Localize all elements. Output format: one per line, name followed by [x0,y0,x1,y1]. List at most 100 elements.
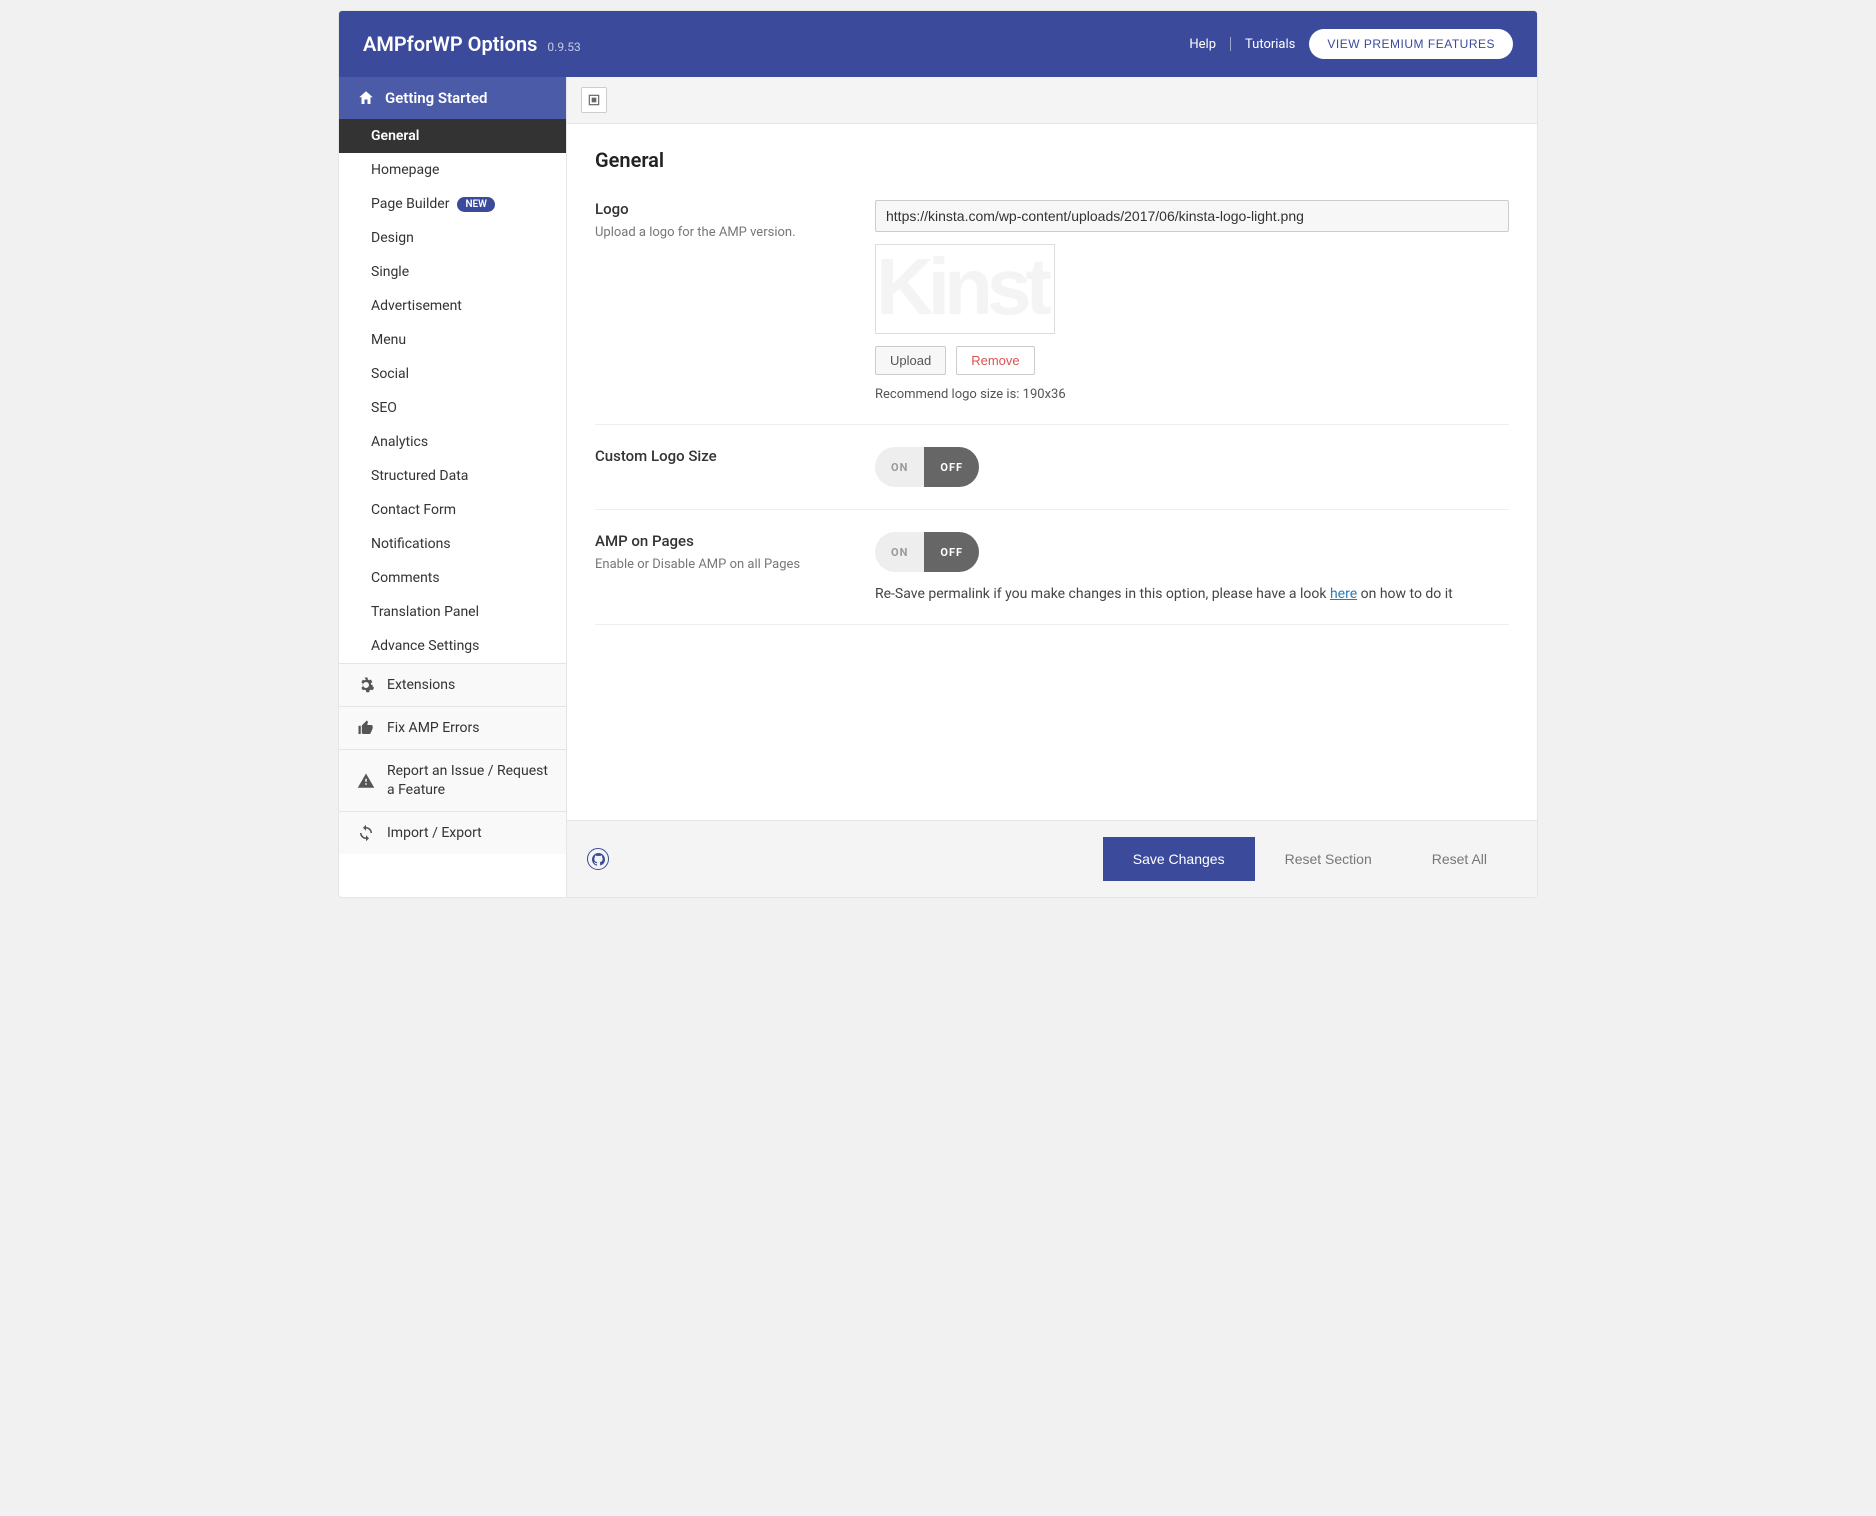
field-right: ON OFF [875,447,1509,487]
sidebar-item-label: Analytics [371,434,428,450]
content-inner: General Logo Upload a logo for the AMP v… [567,124,1537,820]
expand-icon [587,93,601,107]
sidebar-item-contact-form[interactable]: Contact Form [339,493,566,527]
github-link[interactable] [587,848,609,870]
thumb-up-icon [357,719,375,737]
sidebar-item-label: General [371,128,419,144]
sidebar-item-comments[interactable]: Comments [339,561,566,595]
sidebar-item-advertisement[interactable]: Advertisement [339,289,566,323]
sidebar-item-single[interactable]: Single [339,255,566,289]
sidebar-section-import-export[interactable]: Import / Export [339,811,566,854]
github-icon [592,853,605,866]
sidebar-item-general[interactable]: General [339,119,566,153]
sidebar-section-label: Extensions [387,676,455,694]
field-row-logo: Logo Upload a logo for the AMP version. … [595,200,1509,425]
sidebar-section-report-issue[interactable]: Report an Issue / Request a Feature [339,749,566,810]
sidebar-item-structured-data[interactable]: Structured Data [339,459,566,493]
toggle-off[interactable]: OFF [924,532,979,572]
field-right: Kinst Upload Remove Recommend logo size … [875,200,1509,402]
sidebar-item-advance-settings[interactable]: Advance Settings [339,629,566,663]
sidebar-item-homepage[interactable]: Homepage [339,153,566,187]
warning-icon [357,772,375,790]
sidebar-item-label: Advertisement [371,298,462,314]
field-right: ON OFF Re-Save permalink if you make cha… [875,532,1509,602]
expand-toggle-button[interactable] [581,87,607,113]
sidebar-item-label: Design [371,230,414,246]
note-post: on how to do it [1357,586,1453,602]
sidebar-item-label: Menu [371,332,406,348]
sidebar-item-label: Translation Panel [371,604,479,620]
sidebar-item-analytics[interactable]: Analytics [339,425,566,459]
refresh-icon [357,824,375,842]
amp-pages-toggle[interactable]: ON OFF [875,532,979,572]
field-row-amp-pages: AMP on Pages Enable or Disable AMP on al… [595,510,1509,625]
toggle-off[interactable]: OFF [924,447,979,487]
header-left: AMPforWP Options 0.9.53 [363,32,581,56]
custom-logo-toggle[interactable]: ON OFF [875,447,979,487]
field-left: AMP on Pages Enable or Disable AMP on al… [595,532,855,602]
header-divider [1230,37,1231,51]
field-left: Logo Upload a logo for the AMP version. [595,200,855,402]
logo-button-row: Upload Remove [875,346,1509,375]
logo-preview-text: Kinst [876,255,1046,319]
sidebar-item-label: Homepage [371,162,439,178]
field-label-logo: Logo [595,200,855,218]
sidebar-item-label: Single [371,264,409,280]
remove-button[interactable]: Remove [956,346,1034,375]
sidebar-item-notifications[interactable]: Notifications [339,527,566,561]
app-title: AMPforWP Options [363,32,537,56]
sidebar-top-getting-started[interactable]: Getting Started [339,77,566,119]
toolbar [567,77,1537,124]
logo-url-input[interactable] [875,200,1509,232]
save-changes-button[interactable]: Save Changes [1103,837,1255,881]
sidebar-section-extensions[interactable]: Extensions [339,663,566,706]
amp-pages-note: Re-Save permalink if you make changes in… [875,586,1509,602]
sidebar-item-page-builder[interactable]: Page Builder NEW [339,187,566,221]
tutorials-link[interactable]: Tutorials [1245,37,1295,52]
toggle-on[interactable]: ON [875,532,924,572]
footer-bar: Save Changes Reset Section Reset All [567,820,1537,897]
app-version: 0.9.53 [547,40,580,54]
sidebar-list: General Homepage Page Builder NEW Design… [339,119,566,663]
content-area: General Logo Upload a logo for the AMP v… [567,77,1537,897]
help-link[interactable]: Help [1189,37,1216,52]
sidebar-item-menu[interactable]: Menu [339,323,566,357]
sidebar-item-label: Comments [371,570,440,586]
note-pre: Re-Save permalink if you make changes in… [875,586,1330,602]
sidebar-item-label: Advance Settings [371,638,479,654]
premium-button[interactable]: VIEW PREMIUM FEATURES [1309,29,1513,59]
sidebar-section-label: Import / Export [387,824,482,842]
sidebar-item-label: Structured Data [371,468,468,484]
gear-icon [357,676,375,694]
footer-left [587,848,609,870]
field-label-amp-pages: AMP on Pages [595,532,855,550]
reset-section-button[interactable]: Reset Section [1255,837,1402,881]
sidebar-item-label: SEO [371,400,397,416]
sidebar-item-label: Contact Form [371,502,456,518]
sidebar-section-label: Fix AMP Errors [387,719,479,737]
sidebar-top-label: Getting Started [385,89,487,107]
sidebar-item-social[interactable]: Social [339,357,566,391]
section-title: General [595,148,1509,172]
field-desc-amp-pages: Enable or Disable AMP on all Pages [595,556,855,574]
sidebar-item-label: Page Builder [371,196,449,212]
home-icon [357,89,375,107]
sidebar-item-design[interactable]: Design [339,221,566,255]
sidebar-item-translation-panel[interactable]: Translation Panel [339,595,566,629]
sidebar-section-fix-errors[interactable]: Fix AMP Errors [339,706,566,749]
reset-all-button[interactable]: Reset All [1402,837,1517,881]
field-row-custom-logo-size: Custom Logo Size ON OFF [595,425,1509,510]
header-bar: AMPforWP Options 0.9.53 Help Tutorials V… [339,11,1537,77]
sidebar-section-label: Report an Issue / Request a Feature [387,762,548,798]
field-label-custom-logo: Custom Logo Size [595,447,855,465]
new-badge: NEW [457,197,495,212]
upload-button[interactable]: Upload [875,346,946,375]
sidebar: Getting Started General Homepage Page Bu… [339,77,567,897]
logo-hint: Recommend logo size is: 190x36 [875,387,1509,402]
sidebar-item-label: Notifications [371,536,451,552]
field-desc-logo: Upload a logo for the AMP version. [595,224,855,242]
note-link[interactable]: here [1330,586,1357,602]
sidebar-item-seo[interactable]: SEO [339,391,566,425]
app-window: AMPforWP Options 0.9.53 Help Tutorials V… [338,10,1538,898]
toggle-on[interactable]: ON [875,447,924,487]
